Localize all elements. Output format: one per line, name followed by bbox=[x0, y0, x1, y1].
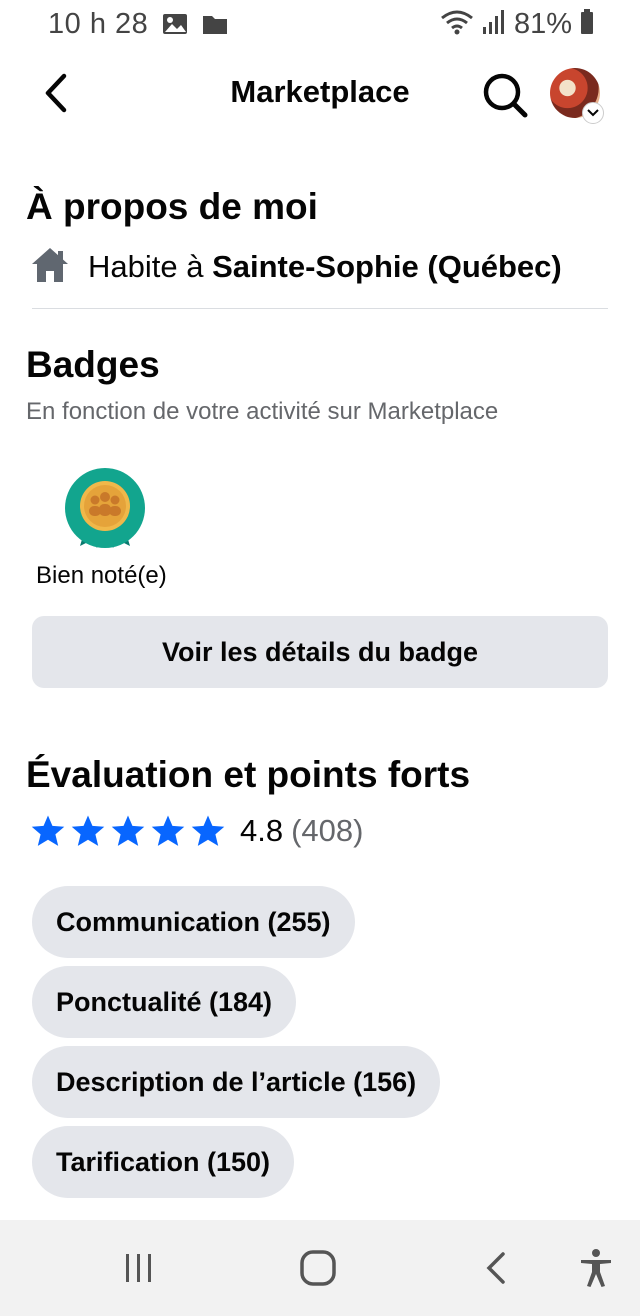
star-icon bbox=[71, 815, 105, 846]
location-name: Sainte-Sophie (Québec) bbox=[212, 249, 562, 284]
accessibility-icon bbox=[581, 1249, 611, 1287]
star-icon bbox=[31, 815, 65, 846]
page-title: Marketplace bbox=[230, 74, 410, 109]
system-back-button[interactable] bbox=[474, 1246, 518, 1290]
top-app-bar: Marketplace bbox=[0, 60, 640, 126]
search-icon bbox=[483, 73, 528, 118]
system-back-icon bbox=[486, 1252, 505, 1284]
location-row: Habite à Sainte-Sophie (Québec) bbox=[30, 244, 562, 290]
recent-apps-icon bbox=[126, 1254, 151, 1282]
accessibility-button[interactable] bbox=[574, 1246, 618, 1290]
badges-subtitle: En fonction de votre activité sur Market… bbox=[26, 398, 499, 425]
search-button[interactable] bbox=[480, 70, 530, 120]
marketplace-profile-page: 10 h 28 81% Marketplace À propos de moi … bbox=[0, 0, 640, 1316]
battery-icon bbox=[580, 9, 594, 40]
rating-summary: 4.8 (408) bbox=[30, 808, 363, 854]
badges-section-title: Badges bbox=[26, 344, 160, 385]
home-icon bbox=[30, 246, 70, 289]
highlight-chip-punctuality[interactable]: Ponctualité (184) bbox=[32, 966, 297, 1038]
signal-icon bbox=[482, 9, 506, 40]
rating-value: 4.8 bbox=[240, 813, 284, 848]
location-prefix: Habite à bbox=[88, 249, 213, 284]
home-nav-icon bbox=[300, 1250, 336, 1286]
chevron-down-icon[interactable] bbox=[582, 102, 604, 124]
location-text: Habite à Sainte-Sophie (Québec) bbox=[88, 249, 562, 285]
star-icon bbox=[191, 815, 225, 846]
recent-apps-button[interactable] bbox=[116, 1246, 160, 1290]
status-bar: 10 h 28 81% bbox=[0, 0, 640, 52]
rating-count: (408) bbox=[291, 813, 364, 848]
highly-rated-badge-icon[interactable] bbox=[64, 468, 146, 550]
section-divider bbox=[32, 308, 608, 309]
battery-percentage: 81% bbox=[513, 8, 572, 40]
status-system-icons: 81% bbox=[440, 8, 594, 41]
wifi-icon bbox=[440, 8, 474, 41]
home-button[interactable] bbox=[296, 1246, 340, 1290]
status-time: 10 h 28 bbox=[48, 8, 149, 40]
highlight-chip-communication[interactable]: Communication (255) bbox=[32, 886, 355, 958]
system-navigation-bar bbox=[0, 1220, 640, 1316]
rating-stars bbox=[30, 814, 226, 848]
highlight-chip-pricing[interactable]: Tarification (150) bbox=[32, 1126, 295, 1198]
ratings-section-title: Évaluation et points forts bbox=[26, 754, 471, 795]
star-icon bbox=[151, 815, 185, 846]
folder-icon bbox=[202, 12, 228, 41]
gallery-icon bbox=[162, 12, 188, 41]
highlight-chip-item-description[interactable]: Description de l’article (156) bbox=[32, 1046, 441, 1118]
status-notification-icons bbox=[162, 12, 228, 41]
star-icon bbox=[111, 815, 145, 846]
view-badge-details-button[interactable]: Voir les détails du badge bbox=[32, 616, 608, 688]
badge-label: Bien noté(e) bbox=[36, 562, 167, 589]
about-section-title: À propos de moi bbox=[26, 186, 318, 227]
